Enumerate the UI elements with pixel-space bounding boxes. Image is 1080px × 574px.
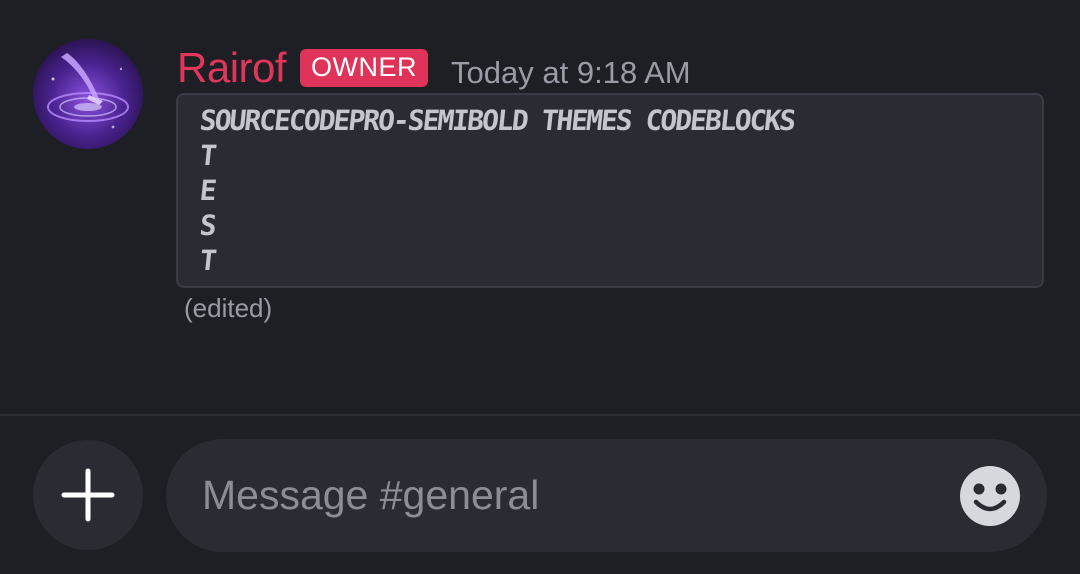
smiley-icon <box>960 466 1020 526</box>
code-block: SOURCECODEPRO-SEMIBOLD THEMES CODEBLOCKS… <box>176 93 1044 288</box>
code-line: T <box>198 139 217 172</box>
add-attachment-button[interactable] <box>33 440 143 550</box>
code-line: T <box>198 244 217 277</box>
code-line: SOURCECODEPRO-SEMIBOLD THEMES CODEBLOCKS <box>198 104 796 137</box>
message-input-box <box>166 439 1047 552</box>
code-line: E <box>198 174 217 207</box>
timestamp: Today at 9:18 AM <box>451 54 691 90</box>
avatar-image <box>33 39 143 149</box>
avatar[interactable] <box>33 39 143 149</box>
plus-icon <box>61 468 115 522</box>
message-input[interactable] <box>202 439 942 552</box>
message-header: Rairof OWNER Today at 9:18 AM <box>177 40 691 96</box>
emoji-button[interactable] <box>960 466 1020 526</box>
code-line: S <box>198 209 217 242</box>
message: Rairof OWNER Today at 9:18 AM SOURCECODE… <box>0 0 1080 414</box>
role-badge: OWNER <box>300 49 429 87</box>
edited-label: (edited) <box>184 293 273 323</box>
message-composer <box>0 416 1080 574</box>
username[interactable]: Rairof <box>177 47 287 89</box>
